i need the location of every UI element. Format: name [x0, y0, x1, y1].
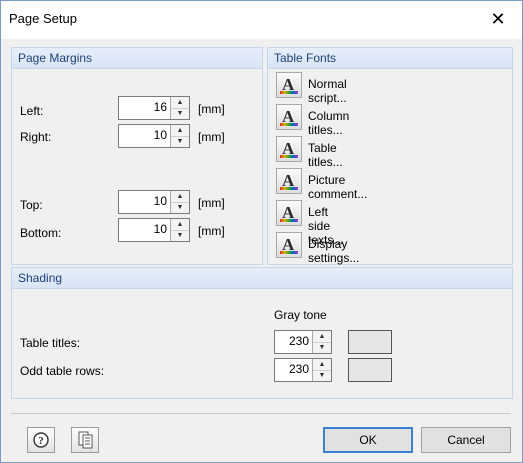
bottom-margin-unit: [mm] [198, 224, 225, 238]
table-fonts-header: Table Fonts [268, 48, 512, 69]
font-icon[interactable]: A [276, 232, 302, 258]
spin-down-icon[interactable]: ▼ [313, 342, 331, 353]
bottom-margin-label: Bottom: [20, 226, 62, 240]
table-fonts-group: Table Fonts A Normal script... A Column … [267, 47, 513, 265]
dialog-title: Page Setup [9, 11, 77, 26]
font-icon[interactable]: A [276, 168, 302, 194]
ok-button[interactable]: OK [323, 427, 413, 453]
font-item-label[interactable]: Column titles... [308, 109, 349, 137]
table-titles-color-swatch[interactable] [348, 330, 392, 354]
font-item-label[interactable]: Normal script... [308, 77, 347, 105]
footer-separator [11, 413, 511, 414]
spin-down-icon[interactable]: ▼ [171, 108, 189, 119]
page-setup-dialog: Page Setup ✕ Page Margins Left: 16 ▲ ▼ [m… [0, 0, 523, 463]
svg-text:?: ? [38, 435, 44, 447]
font-item-label[interactable]: Display settings... [308, 237, 359, 265]
odd-rows-shading-label: Odd table rows: [20, 364, 105, 378]
shading-heading: Shading [18, 271, 63, 285]
title-bar: Page Setup ✕ [1, 1, 522, 39]
page-margins-heading: Page Margins [18, 51, 93, 65]
left-margin-unit: [mm] [198, 102, 225, 116]
table-titles-gray-spinner[interactable]: 230 ▲ ▼ [274, 330, 332, 354]
shading-header: Shading [12, 268, 512, 289]
top-margin-value[interactable]: 10 [154, 194, 167, 208]
left-margin-value[interactable]: 16 [154, 100, 167, 114]
help-icon: ? [33, 432, 49, 448]
odd-rows-gray-spinner[interactable]: 230 ▲ ▼ [274, 358, 332, 382]
top-margin-label: Top: [20, 198, 43, 212]
left-margin-spinner[interactable]: 16 ▲ ▼ [118, 96, 190, 120]
font-item-label[interactable]: Picture comment... [308, 173, 367, 201]
shading-group: Shading Gray tone Table titles: 230 ▲ ▼ O… [11, 267, 513, 399]
color-bar [280, 123, 298, 126]
color-bar [280, 91, 298, 94]
font-icon[interactable]: A [276, 136, 302, 162]
right-margin-spinner[interactable]: 10 ▲ ▼ [118, 124, 190, 148]
font-item-label[interactable]: Table titles... [308, 141, 343, 169]
spin-down-icon[interactable]: ▼ [171, 202, 189, 213]
right-margin-label: Right: [20, 130, 52, 144]
close-icon[interactable]: ✕ [484, 6, 512, 32]
page-margins-group: Page Margins Left: 16 ▲ ▼ [mm] Right: 10 … [11, 47, 263, 265]
spin-down-icon[interactable]: ▼ [313, 370, 331, 381]
spin-down-icon[interactable]: ▼ [171, 136, 189, 147]
help-button[interactable]: ? [27, 427, 55, 453]
color-bar [280, 187, 298, 190]
color-bar [280, 219, 298, 222]
table-titles-shading-label: Table titles: [20, 336, 81, 350]
bottom-margin-value[interactable]: 10 [154, 222, 167, 236]
odd-rows-color-swatch[interactable] [348, 358, 392, 382]
table-titles-gray-value[interactable]: 230 [289, 334, 309, 348]
page-settings-button[interactable] [71, 427, 99, 453]
font-icon[interactable]: A [276, 72, 302, 98]
odd-rows-gray-value[interactable]: 230 [289, 362, 309, 376]
page-settings-icon [78, 431, 93, 449]
gray-tone-header: Gray tone [274, 308, 327, 322]
font-icon[interactable]: A [276, 104, 302, 130]
right-margin-value[interactable]: 10 [154, 128, 167, 142]
top-margin-unit: [mm] [198, 196, 225, 210]
top-margin-spinner[interactable]: 10 ▲ ▼ [118, 190, 190, 214]
font-icon[interactable]: A [276, 200, 302, 226]
table-fonts-heading: Table Fonts [274, 51, 337, 65]
right-margin-unit: [mm] [198, 130, 225, 144]
cancel-button[interactable]: Cancel [421, 427, 511, 453]
bottom-margin-spinner[interactable]: 10 ▲ ▼ [118, 218, 190, 242]
page-margins-header: Page Margins [12, 48, 262, 69]
spin-down-icon[interactable]: ▼ [171, 230, 189, 241]
left-margin-label: Left: [20, 104, 44, 118]
color-bar [280, 155, 298, 158]
color-bar [280, 251, 298, 254]
